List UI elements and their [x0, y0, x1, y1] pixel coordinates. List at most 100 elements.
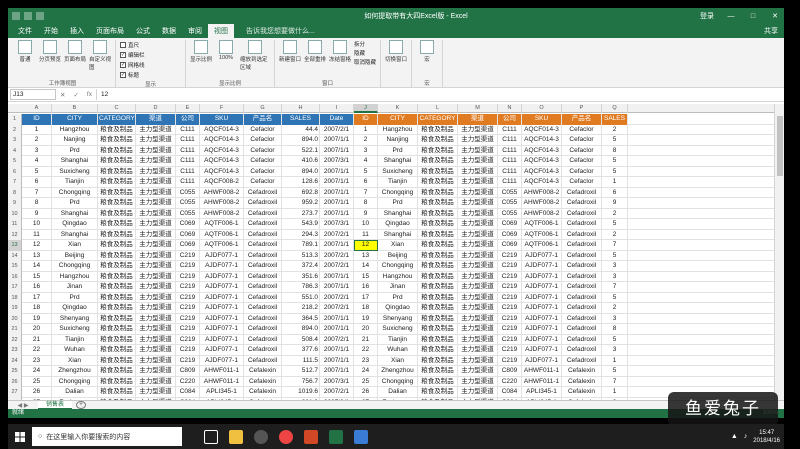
cell[interactable]: 主力型渠道 [136, 198, 176, 209]
column-title[interactable]: CATEGORY [98, 114, 136, 125]
cell[interactable]: C219 [176, 334, 200, 345]
cell[interactable]: 主力型渠道 [458, 187, 498, 198]
cell[interactable]: 9 [602, 198, 628, 209]
cell[interactable]: Hangzhou [52, 271, 98, 282]
cell[interactable]: C219 [498, 250, 522, 261]
cell[interactable]: AJDF077-1 [522, 313, 562, 324]
cell[interactable]: Cefaclor [244, 177, 282, 188]
cell[interactable]: 主力型渠道 [458, 261, 498, 272]
cell[interactable]: Cefadroxil [562, 229, 602, 240]
cell[interactable]: Cefadroxil [562, 271, 602, 282]
cell[interactable]: Qingdao [378, 219, 418, 230]
obs-icon[interactable] [254, 429, 268, 444]
cell[interactable]: 粮食及制品 [418, 355, 458, 366]
row-header[interactable]: 6 [8, 166, 22, 177]
powerpoint-icon[interactable] [304, 429, 318, 444]
cell[interactable]: 2007/3/1 [320, 156, 354, 167]
hide-button[interactable]: 隐藏 [354, 49, 376, 57]
cell[interactable]: 粮食及制品 [98, 334, 136, 345]
cell[interactable]: 26 [354, 387, 378, 398]
cell[interactable]: C219 [176, 292, 200, 303]
cell[interactable]: 2007/1/1 [320, 166, 354, 177]
cell[interactable]: 主力型渠道 [458, 250, 498, 261]
column-header-M[interactable]: M [458, 104, 498, 113]
cell[interactable]: 8 [602, 145, 628, 156]
cell[interactable]: 19 [354, 313, 378, 324]
cell[interactable]: 粮食及制品 [418, 271, 458, 282]
column-header-K[interactable]: K [378, 104, 418, 113]
cell[interactable]: AHWF008-2 [522, 198, 562, 209]
cell[interactable]: Cefalexin [244, 376, 282, 387]
cell[interactable]: 2007/1/1 [320, 198, 354, 209]
cell[interactable]: 5 [602, 366, 628, 377]
cell[interactable]: 20 [22, 324, 52, 335]
cell[interactable]: 1 [602, 177, 628, 188]
cell[interactable]: 7 [354, 187, 378, 198]
cell[interactable]: 粮食及制品 [98, 135, 136, 146]
cell[interactable]: Qingdao [52, 303, 98, 314]
cell[interactable]: 18 [354, 303, 378, 314]
cell[interactable]: Cefalexin [562, 376, 602, 387]
cell[interactable]: 20 [354, 324, 378, 335]
cell[interactable]: C219 [176, 355, 200, 366]
cell[interactable]: 1019.6 [282, 387, 320, 398]
cell[interactable]: 粮食及制品 [418, 124, 458, 135]
cell[interactable]: 4 [22, 156, 52, 167]
cell[interactable]: Cefadroxil [244, 313, 282, 324]
cell[interactable]: 主力型渠道 [458, 156, 498, 167]
cell[interactable]: 粮食及制品 [418, 166, 458, 177]
cell[interactable]: AJDF077-1 [200, 261, 244, 272]
cell[interactable]: 粮食及制品 [418, 219, 458, 230]
cell[interactable]: Shanghai [378, 208, 418, 219]
tab-5[interactable]: 数据 [156, 24, 182, 38]
cell[interactable]: AJDF077-1 [522, 324, 562, 335]
cell[interactable]: Cefaclor [562, 145, 602, 156]
row-header[interactable]: 12 [8, 229, 22, 240]
cell[interactable]: AHWF011-1 [200, 376, 244, 387]
cell[interactable]: 主力型渠道 [458, 366, 498, 377]
cell[interactable]: 粮食及制品 [418, 324, 458, 335]
cell[interactable]: C069 [498, 240, 522, 251]
cell[interactable]: Shanghai [378, 156, 418, 167]
cell[interactable]: 主力型渠道 [136, 313, 176, 324]
cell[interactable]: C111 [176, 177, 200, 188]
cell[interactable]: Prd [52, 145, 98, 156]
cell[interactable]: C111 [498, 166, 522, 177]
cell[interactable]: 粮食及制品 [418, 145, 458, 156]
cell[interactable]: C219 [498, 292, 522, 303]
cell[interactable]: Cefadroxil [244, 219, 282, 230]
headings-checkbox[interactable]: ✓ 标题 [120, 71, 139, 79]
cell[interactable]: 15 [354, 271, 378, 282]
row-header[interactable]: 26 [8, 376, 22, 387]
cell[interactable]: 粮食及制品 [418, 313, 458, 324]
cell[interactable]: 111.5 [282, 355, 320, 366]
cell[interactable]: 364.5 [282, 313, 320, 324]
cell[interactable]: 18 [22, 303, 52, 314]
cell[interactable]: Cefaclor [562, 166, 602, 177]
cell[interactable]: 2 [602, 124, 628, 135]
cell[interactable]: Suxicheng [378, 166, 418, 177]
cell[interactable]: Beijing [378, 250, 418, 261]
excel-icon[interactable] [329, 429, 343, 444]
cell[interactable]: 2007/1/1 [320, 145, 354, 156]
enter-icon[interactable]: ✓ [73, 91, 78, 99]
cell[interactable]: C219 [498, 334, 522, 345]
cell[interactable]: AQTF006-1 [522, 219, 562, 230]
normal-view-button[interactable]: 普通 [14, 40, 36, 63]
cell[interactable]: 17 [22, 292, 52, 303]
cell[interactable]: 粮食及制品 [418, 292, 458, 303]
cell[interactable]: 128.6 [282, 177, 320, 188]
cell[interactable]: 粮食及制品 [418, 208, 458, 219]
cell[interactable]: 主力型渠道 [136, 376, 176, 387]
cell[interactable]: 4 [354, 156, 378, 167]
column-header-C[interactable]: C [98, 104, 136, 113]
cell[interactable]: Cefadroxil [244, 261, 282, 272]
cell[interactable]: Jinan [378, 282, 418, 293]
redo-icon[interactable] [36, 12, 44, 20]
cell[interactable]: 主力型渠道 [136, 282, 176, 293]
column-title[interactable]: 产品名 [244, 114, 282, 125]
column-title[interactable]: 渠道 [458, 114, 498, 125]
cell[interactable]: C084 [176, 387, 200, 398]
row-header[interactable]: 25 [8, 366, 22, 377]
cell[interactable]: 主力型渠道 [458, 208, 498, 219]
